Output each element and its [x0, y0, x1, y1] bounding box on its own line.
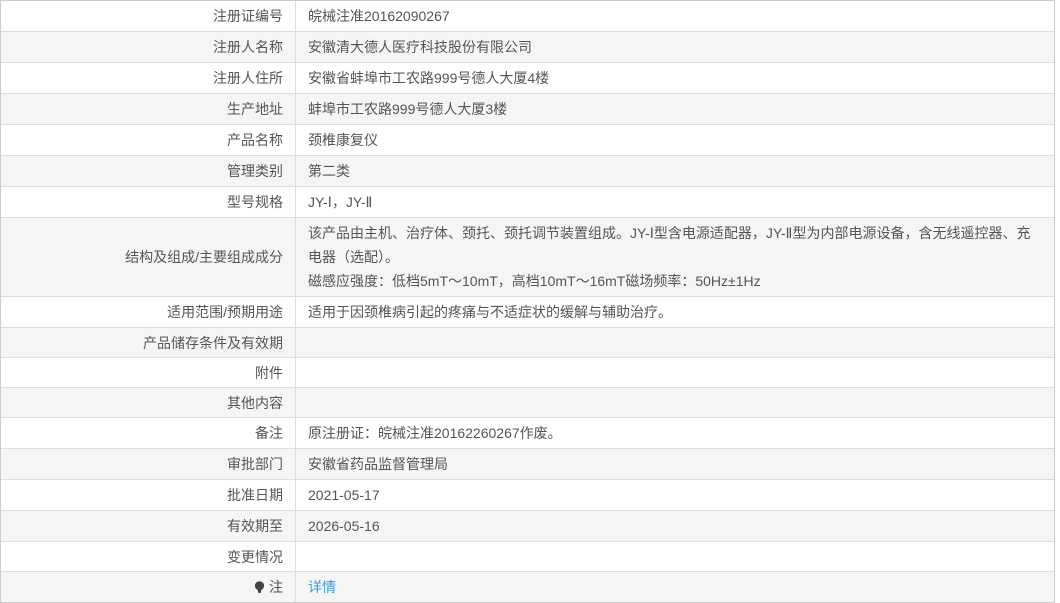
- table-row: 注册人名称 安徽清大德人医疗科技股份有限公司: [1, 32, 1054, 63]
- row-label-cell: 注: [1, 572, 296, 602]
- table-row: 变更情况: [1, 542, 1054, 572]
- row-value-cell: [296, 328, 1054, 357]
- table-row: 注册人住所 安徽省蚌埠市工农路999号德人大厦4楼: [1, 63, 1054, 94]
- row-value-cell: JY-Ⅰ，JY-Ⅱ: [296, 187, 1054, 217]
- row-label-cell: 有效期至: [1, 511, 296, 541]
- table-row: 有效期至 2026-05-16: [1, 511, 1054, 542]
- table-row: 批准日期 2021-05-17: [1, 480, 1054, 511]
- row-label-cell: 批准日期: [1, 480, 296, 510]
- row-label-cell: 注册证编号: [1, 1, 296, 31]
- row-label: 审批部门: [227, 456, 283, 472]
- row-value-cell: [296, 542, 1054, 571]
- row-label-cell: 注册人名称: [1, 32, 296, 62]
- row-label-cell: 管理类别: [1, 156, 296, 186]
- row-label: 结构及组成/主要组成成分: [125, 249, 283, 265]
- row-label: 其他内容: [227, 394, 283, 411]
- row-value: 皖械注准20162090267: [308, 8, 450, 24]
- table-row: 其他内容: [1, 388, 1054, 418]
- row-value-cell: 安徽省药品监督管理局: [296, 449, 1054, 479]
- row-label-cell: 生产地址: [1, 94, 296, 124]
- row-value-cell: 详情: [296, 572, 1054, 602]
- row-label: 注册人住所: [213, 70, 283, 86]
- row-value: 安徽省蚌埠市工农路999号德人大厦4楼: [308, 70, 550, 86]
- row-label-cell: 产品名称: [1, 125, 296, 155]
- row-value-cell: 颈椎康复仪: [296, 125, 1054, 155]
- row-label-cell: 注册人住所: [1, 63, 296, 93]
- table-row: 管理类别 第二类: [1, 156, 1054, 187]
- row-label: 生产地址: [227, 101, 283, 117]
- row-value: 2026-05-16: [308, 518, 380, 534]
- row-value: 安徽清大德人医疗科技股份有限公司: [308, 39, 532, 55]
- row-value-cell: 蚌埠市工农路999号德人大厦3楼: [296, 94, 1054, 124]
- row-value-cell: 第二类: [296, 156, 1054, 186]
- row-value: 适用于因颈椎病引起的疼痛与不适症状的缓解与辅助治疗。: [308, 304, 672, 320]
- row-value-cell: 2021-05-17: [296, 480, 1054, 510]
- row-label-cell: 其他内容: [1, 388, 296, 417]
- row-label: 注册证编号: [213, 8, 283, 24]
- row-label: 附件: [255, 364, 283, 381]
- row-label: 管理类别: [227, 163, 283, 179]
- row-label: 型号规格: [227, 194, 283, 210]
- row-value-cell: [296, 358, 1054, 387]
- table-row: 产品名称 颈椎康复仪: [1, 125, 1054, 156]
- row-label: 有效期至: [227, 518, 283, 534]
- table-row: 备注 原注册证：皖械注准20162260267作废。: [1, 418, 1054, 449]
- row-value-cell: 原注册证：皖械注准20162260267作废。: [296, 418, 1054, 448]
- lightbulb-icon: [254, 580, 265, 594]
- table-row: 附件: [1, 358, 1054, 388]
- row-label: 注册人名称: [213, 39, 283, 55]
- row-label: 注: [269, 579, 283, 595]
- row-label-cell: 附件: [1, 358, 296, 387]
- row-value: 2021-05-17: [308, 487, 380, 503]
- row-label: 适用范围/预期用途: [167, 304, 283, 320]
- table-row: 审批部门 安徽省药品监督管理局: [1, 449, 1054, 480]
- row-value: 颈椎康复仪: [308, 132, 378, 148]
- row-label: 备注: [255, 425, 283, 441]
- table-row: 适用范围/预期用途 适用于因颈椎病引起的疼痛与不适症状的缓解与辅助治疗。: [1, 297, 1054, 328]
- registration-info-table: 注册证编号 皖械注准20162090267 注册人名称 安徽清大德人医疗科技股份…: [0, 0, 1055, 603]
- row-label: 变更情况: [227, 548, 283, 565]
- row-value-cell: 皖械注准20162090267: [296, 1, 1054, 31]
- row-label: 批准日期: [227, 487, 283, 503]
- row-value-cell: 该产品由主机、治疗体、颈托、颈托调节装置组成。JY-Ⅰ型含电源适配器，JY-Ⅱ型…: [296, 218, 1054, 296]
- table-row: 注册证编号 皖械注准20162090267: [1, 1, 1054, 32]
- table-row: 结构及组成/主要组成成分 该产品由主机、治疗体、颈托、颈托调节装置组成。JY-Ⅰ…: [1, 218, 1054, 297]
- row-value: JY-Ⅰ，JY-Ⅱ: [308, 194, 373, 210]
- row-label-cell: 备注: [1, 418, 296, 448]
- table-row: 产品储存条件及有效期: [1, 328, 1054, 358]
- row-label: 产品储存条件及有效期: [143, 334, 283, 351]
- row-value-cell: 安徽省蚌埠市工农路999号德人大厦4楼: [296, 63, 1054, 93]
- row-label: 产品名称: [227, 132, 283, 148]
- row-value: 安徽省药品监督管理局: [308, 456, 448, 472]
- row-value: 第二类: [308, 163, 350, 179]
- table-row: 型号规格 JY-Ⅰ，JY-Ⅱ: [1, 187, 1054, 218]
- row-label-cell: 变更情况: [1, 542, 296, 571]
- row-value-cell: [296, 388, 1054, 417]
- row-value-cell: 安徽清大德人医疗科技股份有限公司: [296, 32, 1054, 62]
- row-value: 蚌埠市工农路999号德人大厦3楼: [308, 101, 508, 117]
- table-row: 生产地址 蚌埠市工农路999号德人大厦3楼: [1, 94, 1054, 125]
- row-label-cell: 型号规格: [1, 187, 296, 217]
- row-label-cell: 产品储存条件及有效期: [1, 328, 296, 357]
- row-label-cell: 结构及组成/主要组成成分: [1, 218, 296, 296]
- row-value: 原注册证：皖械注准20162260267作废。: [308, 425, 562, 441]
- table-row: 注 详情: [1, 572, 1054, 602]
- row-label-cell: 适用范围/预期用途: [1, 297, 296, 327]
- row-value: 该产品由主机、治疗体、颈托、颈托调节装置组成。JY-Ⅰ型含电源适配器，JY-Ⅱ型…: [308, 225, 1031, 289]
- row-value-cell: 适用于因颈椎病引起的疼痛与不适症状的缓解与辅助治疗。: [296, 297, 1054, 327]
- row-value-cell: 2026-05-16: [296, 511, 1054, 541]
- row-label-cell: 审批部门: [1, 449, 296, 479]
